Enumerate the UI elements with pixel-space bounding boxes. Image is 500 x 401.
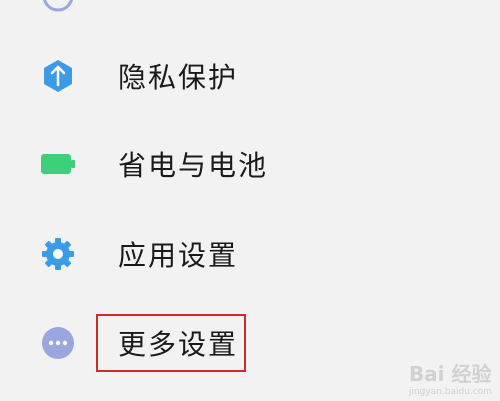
partial-item-icon xyxy=(43,0,73,12)
settings-item-label: 省电与电池 xyxy=(118,149,269,182)
highlight-box xyxy=(96,314,246,372)
partial-list-item[interactable] xyxy=(0,0,500,18)
settings-item-label: 应用设置 xyxy=(118,239,239,272)
watermark-text: Bai 经验 xyxy=(408,362,492,386)
settings-item-label: 隐私保护 xyxy=(118,61,239,94)
more-dots-icon xyxy=(38,323,78,363)
settings-screen: 隐私保护 省电与电池 应用设置 更多设置 Bai 经验 jingyan.baid… xyxy=(0,0,500,401)
settings-item-battery[interactable]: 省电与电池 xyxy=(0,134,500,194)
watermark-sub: jingyan.baidu.com xyxy=(408,387,492,397)
gear-icon xyxy=(38,234,78,274)
settings-item-apps[interactable]: 应用设置 xyxy=(0,224,500,284)
watermark: Bai 经验 jingyan.baidu.com xyxy=(409,358,492,397)
settings-item-privacy[interactable]: 隐私保护 xyxy=(0,46,500,106)
privacy-shield-icon xyxy=(38,56,78,96)
battery-icon xyxy=(38,144,78,184)
